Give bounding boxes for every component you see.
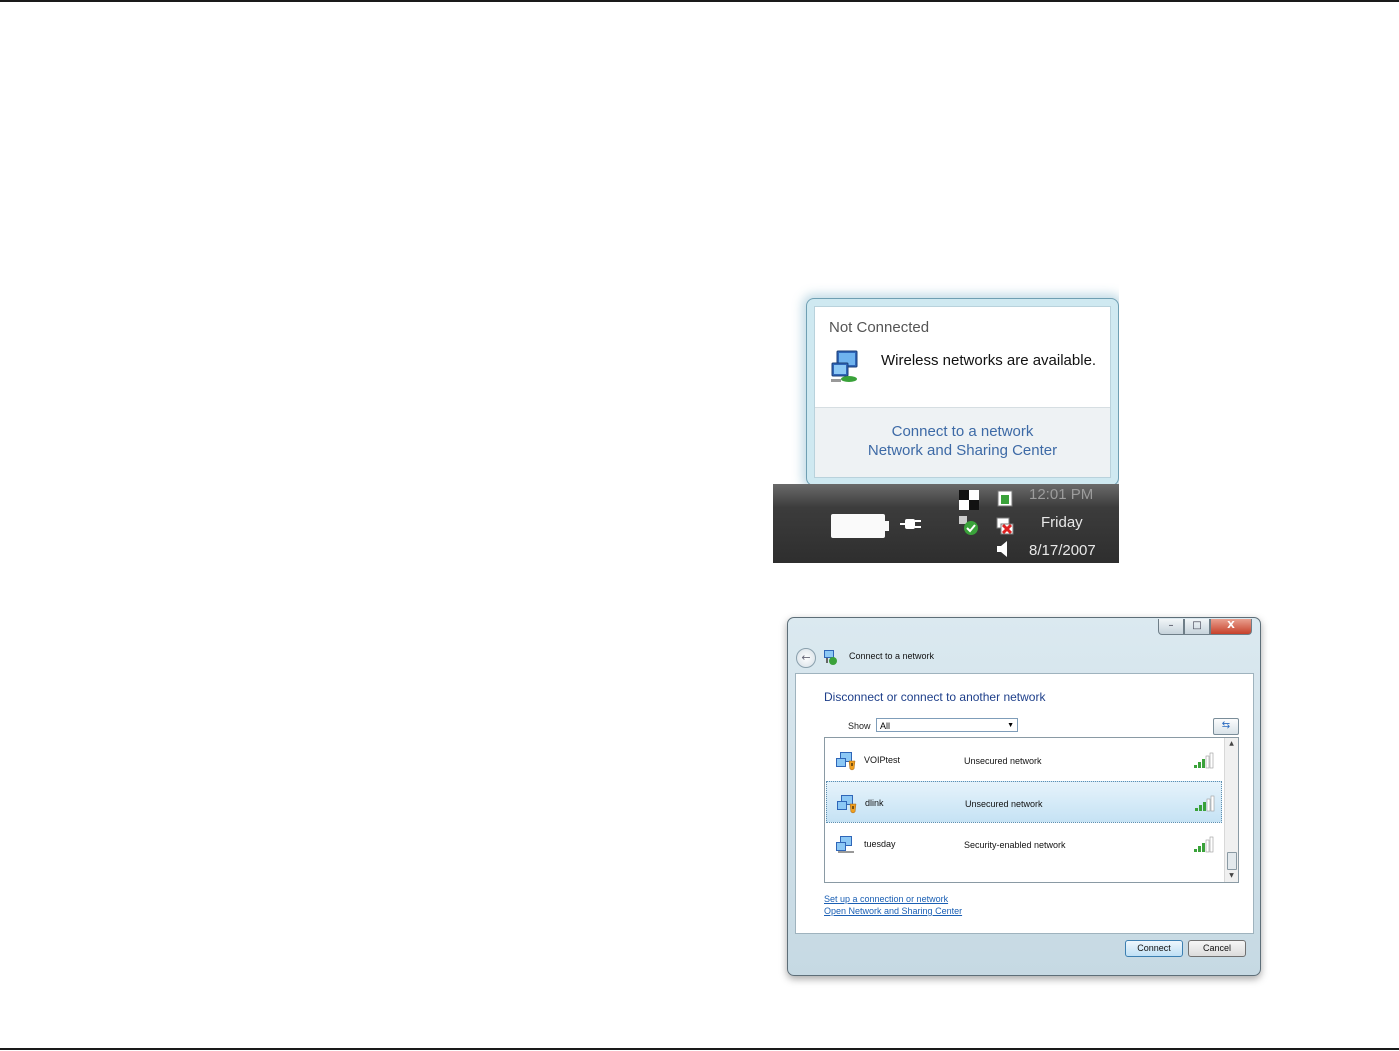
back-arrow-icon: ← <box>801 651 811 664</box>
open-network-sharing-center-link[interactable]: Open Network and Sharing Center <box>824 906 962 916</box>
connect-button[interactable]: Connect <box>1125 940 1183 957</box>
refresh-button[interactable]: ⇆ <box>1213 718 1239 735</box>
scroll-down-icon[interactable]: ▼ <box>1225 870 1238 882</box>
setup-connection-link[interactable]: Set up a connection or network <box>824 894 948 904</box>
unsecured-network-icon <box>837 795 857 814</box>
notification-area-screenshot: Not Connected Wireless networks are avai… <box>773 266 1119 563</box>
refresh-icon: ⇆ <box>1221 720 1231 731</box>
network-list: VOIPtest Unsecured network dlink Unsecur… <box>824 737 1239 883</box>
show-label: Show <box>848 721 871 731</box>
security-shield-icon[interactable] <box>959 516 979 536</box>
minimize-button[interactable]: – <box>1158 619 1184 635</box>
balloon-title: Not Connected <box>829 319 930 336</box>
dropdown-arrow-icon: ▼ <box>1007 722 1014 729</box>
network-row-dlink[interactable]: dlink Unsecured network <box>826 781 1222 823</box>
dialog-title: Connect to a network <box>849 651 935 661</box>
maximize-button[interactable]: □ <box>1184 619 1210 635</box>
power-plug-icon[interactable] <box>899 512 923 536</box>
clock-day[interactable]: Friday <box>1041 514 1083 531</box>
network-row-tuesday[interactable]: tuesday Security-enabled network <box>826 823 1222 865</box>
network-status: Security-enabled network <box>964 840 1066 850</box>
checkered-tray-icon[interactable] <box>959 490 979 510</box>
unsecured-network-icon <box>836 752 856 771</box>
dialog-heading: Disconnect or connect to another network <box>824 690 1046 704</box>
network-name: dlink <box>865 798 884 808</box>
top-rule <box>0 0 1399 2</box>
network-status: Unsecured network <box>965 799 1043 809</box>
clock-time[interactable]: 12:01 PM <box>1029 486 1093 503</box>
clock-date[interactable]: 8/17/2007 <box>1029 542 1096 559</box>
signal-strength-icon <box>1194 752 1214 769</box>
battery-status-icon[interactable] <box>995 488 1015 508</box>
battery-icon[interactable] <box>831 514 889 538</box>
bottom-rule <box>0 1048 1399 1050</box>
scroll-up-icon[interactable]: ▲ <box>1225 738 1238 750</box>
network-name: VOIPtest <box>864 755 901 765</box>
network-row-voiptest[interactable]: VOIPtest Unsecured network <box>826 739 1222 781</box>
back-button[interactable]: ← <box>796 648 816 668</box>
show-selected-value: All <box>880 721 891 731</box>
network-globe-icon <box>824 650 837 665</box>
network-sharing-center-link[interactable]: Network and Sharing Center <box>815 441 1110 460</box>
network-disconnected-icon[interactable] <box>995 516 1015 536</box>
network-status: Unsecured network <box>964 756 1042 766</box>
balloon-message: Wireless networks are available. <box>881 352 1097 369</box>
dialog-body: Disconnect or connect to another network… <box>795 673 1254 934</box>
scroll-thumb[interactable] <box>1227 852 1237 870</box>
network-name: tuesday <box>864 839 896 849</box>
secured-network-icon <box>836 836 854 853</box>
connect-to-network-link[interactable]: Connect to a network <box>815 422 1110 441</box>
show-filter-dropdown[interactable]: All ▼ <box>876 718 1018 732</box>
balloon-links: Connect to a network Network and Sharing… <box>815 407 1110 477</box>
speaker-icon[interactable] <box>995 540 1009 558</box>
balloon-content: Not Connected Wireless networks are avai… <box>814 306 1111 478</box>
taskbar: 12:01 PM Friday 8/17/2007 <box>773 484 1119 563</box>
close-button[interactable]: X <box>1210 619 1252 635</box>
window-controls: – □ X <box>1158 619 1252 635</box>
signal-strength-icon <box>1194 836 1214 853</box>
notification-balloon: Not Connected Wireless networks are avai… <box>806 298 1119 486</box>
signal-strength-icon <box>1195 795 1215 812</box>
connect-to-network-dialog: – □ X ← Connect to a network Disconnect … <box>787 617 1261 976</box>
wireless-network-icon <box>831 350 858 382</box>
cancel-button[interactable]: Cancel <box>1188 940 1246 957</box>
list-scrollbar[interactable]: ▲ ▼ <box>1224 738 1238 882</box>
